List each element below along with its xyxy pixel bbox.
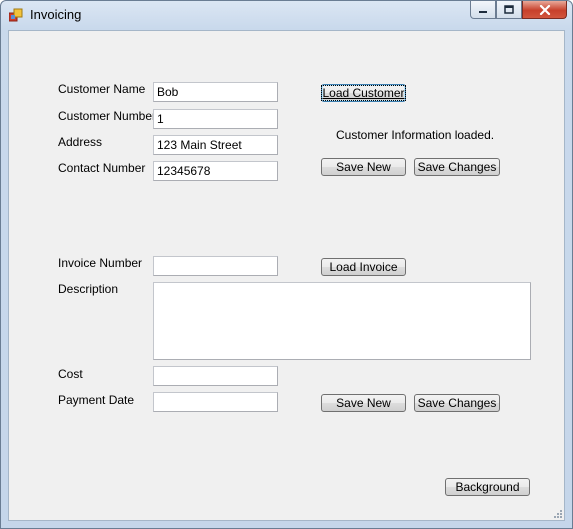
window-title: Invoicing (30, 7, 82, 22)
customer-number-label: Customer Number (58, 109, 157, 123)
payment-date-label: Payment Date (58, 393, 135, 407)
cost-field[interactable] (153, 366, 278, 386)
load-invoice-label: Load Invoice (329, 260, 398, 274)
minimize-icon (479, 10, 487, 13)
invoice-save-new-label: Save New (336, 396, 391, 410)
invoice-number-label: Invoice Number (58, 256, 143, 270)
customer-status-text: Customer Information loaded. (336, 128, 495, 142)
app-form-icon (9, 8, 23, 22)
invoice-save-changes-label: Save Changes (417, 396, 497, 410)
load-invoice-button[interactable]: Load Invoice (321, 258, 406, 276)
customer-number-field[interactable]: 1 (153, 109, 278, 129)
customer-save-new-label: Save New (336, 160, 391, 174)
background-label: Background (455, 480, 520, 494)
description-label: Description (58, 282, 119, 296)
close-button[interactable] (522, 1, 567, 19)
contact-number-label: Contact Number (58, 161, 146, 175)
address-label: Address (58, 135, 103, 149)
customer-name-label: Customer Name (58, 82, 146, 96)
background-button[interactable]: Background (445, 478, 530, 496)
load-customer-label: Load Customer (321, 85, 406, 101)
resize-grip-icon[interactable] (552, 508, 562, 518)
close-icon (539, 4, 550, 15)
invoice-number-field[interactable] (153, 256, 278, 276)
maximize-button[interactable] (496, 1, 522, 19)
contact-number-field[interactable]: 12345678 (153, 161, 278, 181)
minimize-button[interactable] (470, 1, 496, 19)
load-customer-button[interactable]: Load Customer (321, 84, 406, 102)
customer-name-field[interactable]: Bob (153, 82, 278, 102)
invoice-save-new-button[interactable]: Save New (321, 394, 406, 412)
invoice-save-changes-button[interactable]: Save Changes (414, 394, 500, 412)
address-field[interactable]: 123 Main Street (153, 135, 278, 155)
payment-date-field[interactable] (153, 392, 278, 412)
form-client-area: Customer Name Bob Customer Number 1 Addr… (8, 30, 565, 521)
customer-save-changes-label: Save Changes (417, 160, 497, 174)
description-field[interactable] (153, 282, 531, 360)
invoicing-window: Invoicing Customer Name Bob Customer Num… (0, 0, 573, 529)
cost-label: Cost (58, 367, 83, 381)
customer-save-new-button[interactable]: Save New (321, 158, 406, 176)
maximize-icon (504, 5, 514, 14)
title-bar[interactable]: Invoicing (1, 1, 572, 29)
customer-save-changes-button[interactable]: Save Changes (414, 158, 500, 176)
